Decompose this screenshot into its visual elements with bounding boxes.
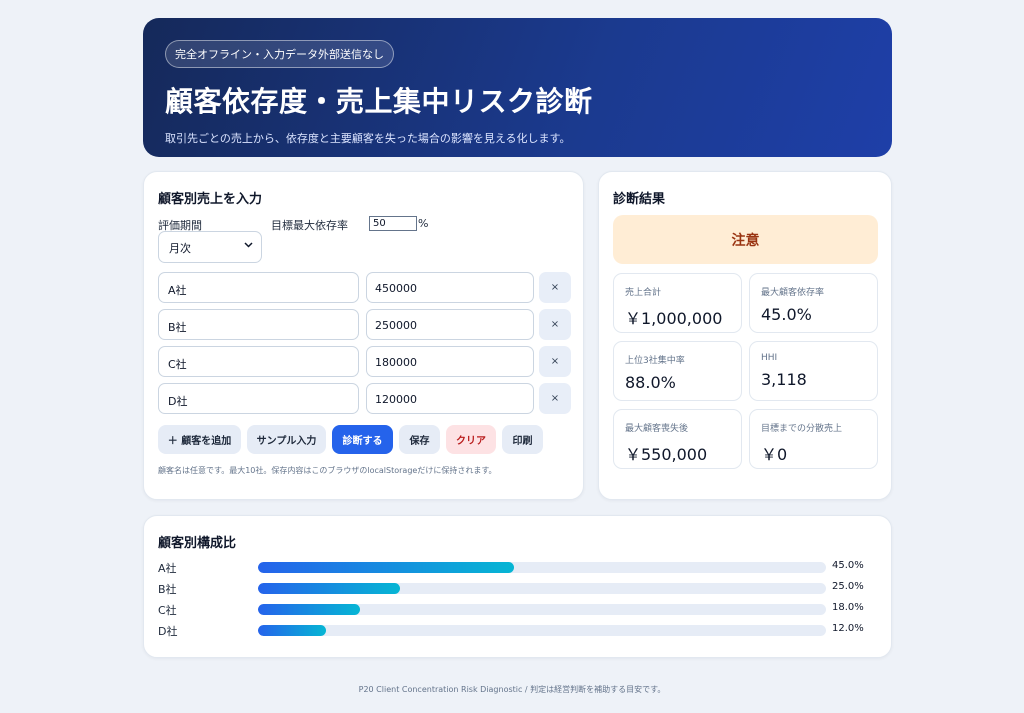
composition-rows: A社 45.0% B社 25.0% C社 18.0% D社 12.0% [158,560,878,644]
composition-row: A社 45.0% [158,560,878,581]
composition-bar-track [258,604,826,615]
composition-client-name: B社 [158,583,177,596]
result-card-title: 診断結果 [613,192,666,207]
composition-bar-track [258,583,826,594]
input-note: 顧客名は任意です。最大10社。保存内容はこのブラウザのlocalStorageだ… [158,466,497,475]
metric-label: 目標までの分散売上 [761,424,843,434]
composition-percent: 18.0% [832,602,864,613]
metric-diversify-target: 目標までの分散売上 ￥0 [749,409,878,469]
print-button[interactable]: 印刷 [502,425,543,454]
metric-value: ￥550,000 [625,445,708,464]
composition-card: 顧客別構成比 A社 45.0% B社 25.0% C社 18.0% D社 12.… [143,515,892,658]
composition-bar-fill [258,625,327,636]
target-ratio-label: 目標最大依存率 [271,219,348,232]
metric-hhi: HHI 3,118 [749,341,878,401]
chevron-down-icon [244,241,253,251]
composition-bar-track [258,625,826,636]
client-sales-input[interactable]: 120000 [366,383,534,414]
composition-row: B社 25.0% [158,581,878,602]
metric-label: 上位3社集中率 [625,356,685,366]
metric-value: ￥1,000,000 [625,309,723,328]
composition-percent: 25.0% [832,581,864,592]
composition-bar-fill [258,604,361,615]
client-row: C社 180000 × [158,346,571,377]
footer-note: P20 Client Concentration Risk Diagnostic… [358,685,666,694]
metric-label: HHI [761,353,778,363]
metric-value: 88.0% [625,373,676,392]
delete-row-button[interactable]: × [539,309,571,340]
composition-bar-track [258,562,826,573]
composition-client-name: A社 [158,562,177,575]
composition-client-name: C社 [158,604,177,617]
period-select-value: 月次 [169,242,191,255]
metric-value: ￥0 [761,445,788,464]
client-sales-input[interactable]: 180000 [366,346,534,377]
composition-percent: 12.0% [832,623,864,634]
client-rows: A社 450000 × B社 250000 × C社 180000 × D社 1… [158,272,571,420]
period-select[interactable]: 月次 [158,231,262,263]
metric-total-sales: 売上合計 ￥1,000,000 [613,273,742,333]
composition-row: D社 12.0% [158,623,878,644]
metric-after-loss: 最大顧客喪失後 ￥550,000 [613,409,742,469]
client-name-input[interactable]: B社 [158,309,359,340]
metric-max-dependency: 最大顧客依存率 45.0% [749,273,878,333]
result-card: 診断結果 注意 売上合計 ￥1,000,000 最大顧客依存率 45.0% 上位… [598,171,892,500]
client-name-input[interactable]: C社 [158,346,359,377]
add-client-button[interactable]: ＋ 顧客を追加 [158,425,241,454]
offline-badge: 完全オフライン・入力データ外部送信なし [165,40,394,68]
status-badge: 注意 [613,215,878,264]
input-card-title: 顧客別売上を入力 [158,192,263,207]
metric-value: 3,118 [761,370,807,389]
metric-label: 売上合計 [625,288,662,298]
metric-label: 最大顧客喪失後 [625,424,689,434]
composition-bar-fill [258,583,400,594]
clear-button[interactable]: クリア [446,425,496,454]
input-card: 顧客別売上を入力 評価期間 目標最大依存率 % 月次 A社 450000 × B… [143,171,584,500]
page-title: 顧客依存度・売上集中リスク診断 [165,85,593,118]
metric-top3-concentration: 上位3社集中率 88.0% [613,341,742,401]
composition-title: 顧客別構成比 [158,536,237,551]
client-row: D社 120000 × [158,383,571,414]
diagnose-button[interactable]: 診断する [332,425,393,454]
target-ratio-input[interactable] [369,216,417,231]
client-name-input[interactable]: D社 [158,383,359,414]
client-sales-input[interactable]: 450000 [366,272,534,303]
delete-row-button[interactable]: × [539,272,571,303]
delete-row-button[interactable]: × [539,346,571,377]
client-row: A社 450000 × [158,272,571,303]
composition-client-name: D社 [158,625,178,638]
hero-header: 完全オフライン・入力データ外部送信なし 顧客依存度・売上集中リスク診断 取引先ご… [143,18,892,157]
sample-input-button[interactable]: サンプル入力 [247,425,326,454]
metric-value: 45.0% [761,305,812,324]
composition-bar-fill [258,562,514,573]
save-button[interactable]: 保存 [399,425,440,454]
delete-row-button[interactable]: × [539,383,571,414]
client-sales-input[interactable]: 250000 [366,309,534,340]
client-row: B社 250000 × [158,309,571,340]
metric-label: 最大顧客依存率 [761,288,825,298]
page-subtitle: 取引先ごとの売上から、依存度と主要顧客を失った場合の影響を見える化します。 [165,132,571,145]
client-name-input[interactable]: A社 [158,272,359,303]
target-ratio-unit: % [418,217,429,230]
composition-percent: 45.0% [832,560,864,571]
composition-row: C社 18.0% [158,602,878,623]
